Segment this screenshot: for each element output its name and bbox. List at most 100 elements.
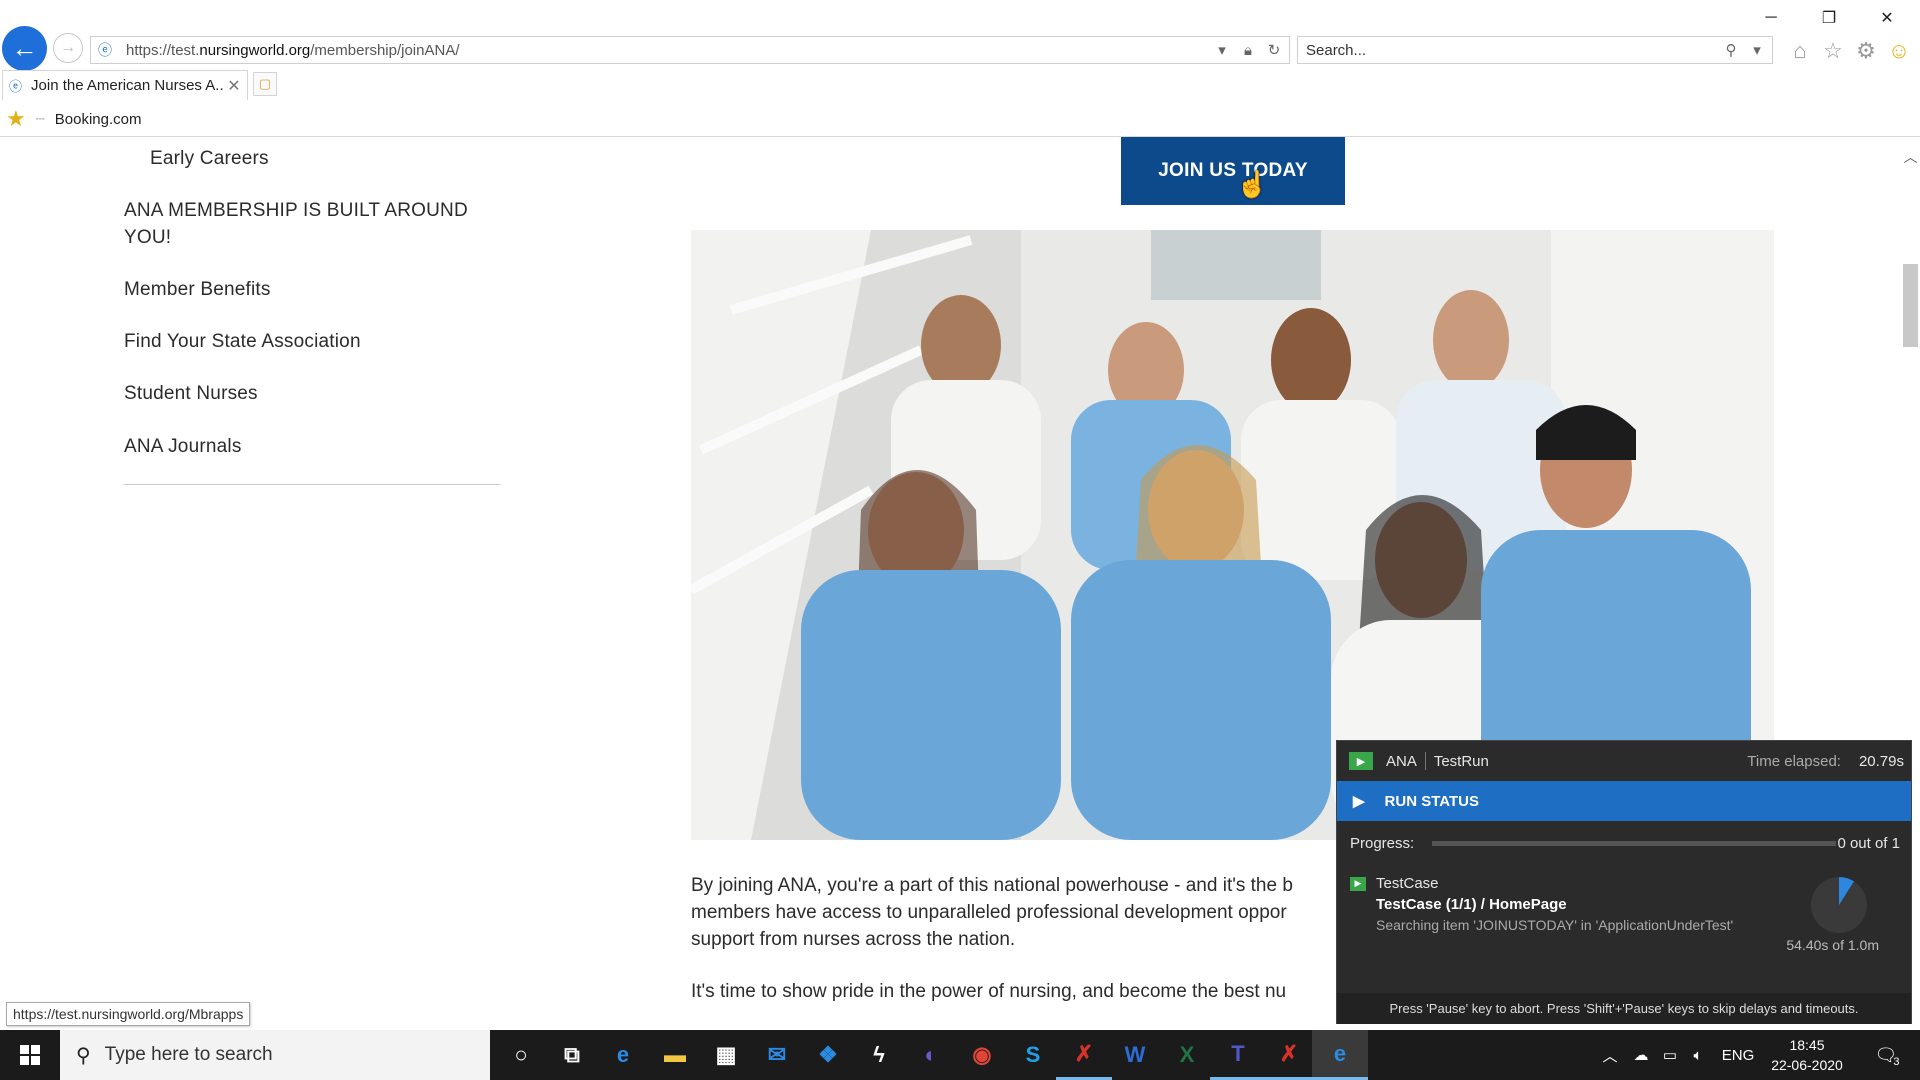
battery-icon[interactable]: ▭ [1658,1030,1682,1080]
taskbar-app-store[interactable]: ▦ [698,1030,754,1080]
run-status-bar[interactable]: ▶ RUN STATUS [1337,781,1911,821]
case-timer-pie [1811,877,1867,933]
join-us-today-button[interactable]: JOIN US TODAY [1121,137,1345,205]
taskbar-app-excel[interactable]: X [1159,1030,1215,1080]
scroll-thumb[interactable] [1903,264,1918,347]
notification-count: 3 [1893,1056,1900,1068]
arrow-right-icon: → [60,39,76,56]
taskbar-app-ranorex[interactable]: ✗ [1056,1030,1112,1080]
taskbar-app-app-lightning[interactable]: ϟ [851,1030,907,1080]
minimize-button[interactable]: ─ [1748,4,1794,32]
taskbar-app-mail[interactable]: ✉ [749,1030,805,1080]
search-input[interactable] [1298,38,1720,62]
taskbar-search-box[interactable]: ⚲ Type here to search [60,1030,490,1080]
home-icon[interactable]: ⌂ [1787,38,1813,64]
lock-icon[interactable]: 🔒︎ [1237,39,1259,61]
taskbar-app-cortana[interactable]: ○ [493,1030,549,1080]
nav-item-ana-journals[interactable]: ANA Journals [124,433,242,460]
language-indicator[interactable]: ENG [1718,1030,1758,1080]
mail-icon: ✉ [767,1042,787,1067]
back-button[interactable]: ← [2,26,47,71]
onedrive-cloud-icon[interactable]: ☁ [1628,1030,1654,1080]
taskbar-app-task-view[interactable]: ⧉ [544,1030,600,1080]
test-case-icon: ▶ [1350,876,1366,891]
nav-item-find-state-association[interactable]: Find Your State Association [124,328,361,355]
nav-item-early-careers[interactable]: Early Careers [150,145,269,172]
forward-button[interactable]: → [53,33,83,63]
windows-logo-icon [20,1045,40,1065]
teams-icon: T [1231,1040,1245,1066]
url-prefix: https://test. [126,41,200,59]
search-icon[interactable]: ⚲ [1720,39,1742,61]
run-status-title: RUN STATUS [1384,792,1479,810]
file-explorer-icon: ▬ [664,1042,686,1067]
task-view-icon: ⧉ [564,1042,580,1067]
dropbox-icon: ❖ [818,1042,838,1067]
taskbar-app-word[interactable]: W [1107,1030,1163,1080]
word-icon: W [1124,1042,1146,1067]
mouse-pointer-icon: ☝ [1236,169,1269,199]
cortana-icon: ○ [514,1042,528,1067]
nav-item-membership-built-around-you[interactable]: ANA MEMBERSHIP IS BUILT AROUND YOU! [124,197,484,251]
close-window-button[interactable]: ✕ [1864,4,1910,32]
browser-chrome: ← → ⓔ https://test.nursingworld.org/memb… [0,0,1920,137]
store-icon: ▦ [715,1042,737,1067]
tab-label: Join the American Nurses A... [31,77,225,94]
dropdown-arrow-icon[interactable]: ▾ [1211,39,1233,61]
runner-header: ▶ ANA TestRun Time elapsed: 20.79s [1337,741,1911,781]
skype-icon: S [1025,1042,1041,1067]
clock[interactable]: 18:45 22-06-2020 [1762,1035,1852,1075]
action-center-button[interactable]: 🗨︎ 3 [1864,1030,1910,1080]
progress-row: Progress: 0 out of 1 [1350,833,1900,853]
tab-join-ana[interactable]: ⓔ Join the American Nurses A... ✕ [2,70,248,100]
new-tab-button[interactable]: ▢ [253,72,277,96]
elapsed-label: Time elapsed: [1747,752,1841,770]
taskbar-app-teams[interactable]: T [1210,1030,1266,1080]
address-bar[interactable]: ⓔ https://test.nursingworld.org/membersh… [90,36,1290,64]
run-flag-icon: ▶ [1349,752,1373,770]
taskbar-app-edge[interactable]: e [595,1030,651,1080]
excel-icon: X [1179,1042,1195,1067]
search-icon: ⚲ [76,1044,91,1067]
refresh-icon[interactable]: ↻ [1263,39,1285,61]
scroll-up-arrow-icon[interactable]: ︿ [1901,147,1920,167]
test-case-time: 54.40s of 1.0m [1786,937,1879,953]
feedback-smiley-icon[interactable]: ☺ [1886,38,1912,64]
volume-icon[interactable]: 🔈︎ [1686,1030,1710,1080]
taskbar-app-chrome[interactable]: ◉ [954,1030,1010,1080]
eclipse-icon: ◐ [924,1042,938,1067]
favorite-link[interactable]: Booking.com [55,111,142,128]
nav-item-student-nurses[interactable]: Student Nurses [124,380,258,407]
nav-item-member-benefits[interactable]: Member Benefits [124,276,271,303]
favorites-star-icon[interactable]: ☆ [1820,38,1846,64]
taskbar-app-ranorex-recorder[interactable]: ✗ [1261,1030,1317,1080]
run-name: TestRun [1433,752,1489,770]
test-case-label: TestCase [1376,875,1439,892]
search-dropdown-icon[interactable]: ▾ [1746,39,1768,61]
tab-close-icon[interactable]: ✕ [225,76,243,96]
ranorex-icon: ✗ [1074,1040,1094,1066]
start-button[interactable] [0,1030,60,1080]
settings-gear-icon[interactable]: ⚙ [1853,38,1879,64]
header-separator [1424,752,1426,770]
taskbar-app-file-explorer[interactable]: ▬ [647,1030,703,1080]
test-case-message: Searching item 'JOINUSTODAY' in 'Applica… [1376,917,1734,933]
restore-button[interactable]: ❐ [1806,4,1852,32]
add-favorite-icon[interactable]: ★ [6,106,26,132]
taskbar-app-eclipse[interactable]: ◐ [903,1030,959,1080]
taskbar-app-internet-explorer[interactable]: e [1312,1030,1368,1080]
internet-explorer-icon: e [1333,1040,1347,1066]
taskbar-app-skype[interactable]: S [1005,1030,1061,1080]
taskbar-app-dropbox[interactable]: ❖ [800,1030,856,1080]
app-lightning-icon: ϟ [873,1042,885,1067]
url-text[interactable]: https://test.nursingworld.org/membership… [126,42,1211,59]
progress-bar [1432,840,1837,846]
search-box[interactable]: ⚲ ▾ [1297,36,1773,64]
clock-time: 18:45 [1789,1037,1825,1053]
project-name: ANA [1386,752,1417,770]
favorite-separator: ┄ [35,111,45,128]
ie-tab-icon: ⓔ [9,79,23,94]
progress-count: 0 out of 1 [1837,834,1900,852]
tray-chevron-icon[interactable]: ︿ [1598,1030,1622,1080]
tab-strip: ⓔ Join the American Nurses A... ✕ ▢ [0,70,1920,100]
